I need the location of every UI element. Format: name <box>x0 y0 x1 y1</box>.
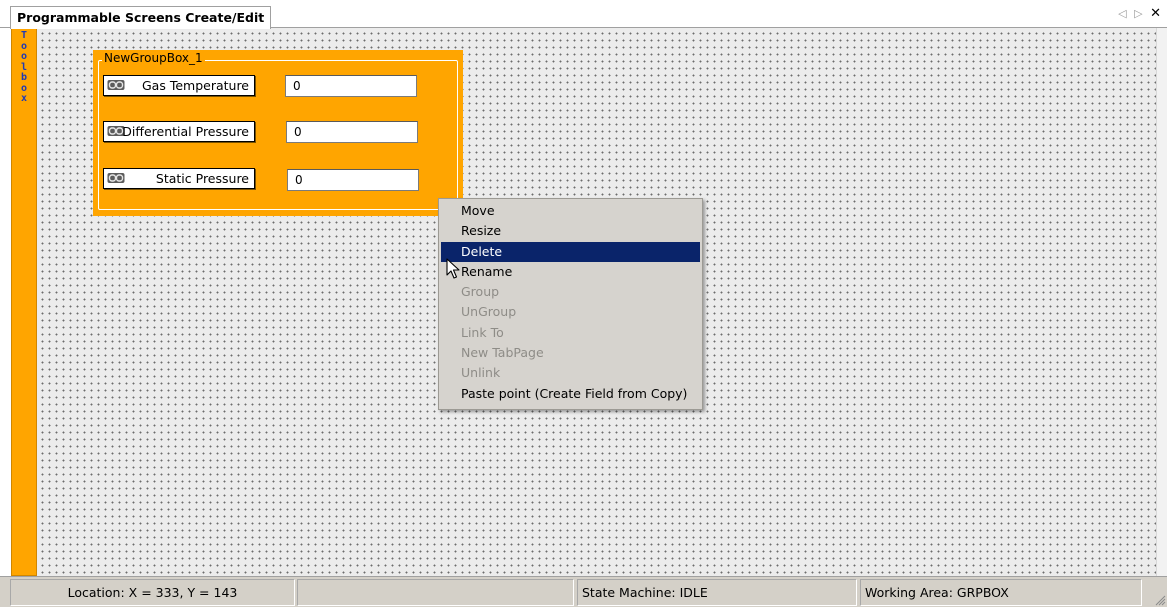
menu-item-unlink[interactable]: Unlink <box>441 363 700 383</box>
menu-item-move[interactable]: Move <box>441 201 700 221</box>
static-pressure-input[interactable]: 0 <box>287 169 419 191</box>
toolbox-letter: x <box>20 93 28 104</box>
status-state-machine: State Machine: IDLE <box>577 579 857 606</box>
toolbox-letter: b <box>20 72 28 83</box>
toolbox-label: T o o l b o x <box>12 30 36 105</box>
vertical-scrollbar[interactable] <box>1156 28 1167 576</box>
toolbox-letter: T <box>20 30 28 41</box>
tab-strip: Programmable Screens Create/Edit ◁ ▷ ✕ <box>0 0 1167 29</box>
menu-item-new-tabpage[interactable]: New TabPage <box>441 343 700 363</box>
status-bar: Location: X = 333, Y = 143 State Machine… <box>0 576 1167 607</box>
status-location: Location: X = 333, Y = 143 <box>10 579 295 606</box>
status-blank-panel <box>297 579 574 606</box>
menu-item-ungroup[interactable]: UnGroup <box>441 302 700 322</box>
context-menu: Move Resize Delete Rename Group UnGroup … <box>438 198 703 410</box>
menu-item-link-to[interactable]: Link To <box>441 323 700 343</box>
toolbox-letter: o <box>20 51 28 62</box>
field-label-differential-pressure[interactable]: Differential Pressure <box>103 121 255 142</box>
tab-controls: ◁ ▷ ✕ <box>1114 6 1161 21</box>
close-icon[interactable]: ✕ <box>1150 6 1161 21</box>
field-label-static-pressure[interactable]: Static Pressure <box>103 168 255 189</box>
toolbox-panel[interactable]: T o o l b o x <box>11 28 37 576</box>
group-box-title: NewGroupBox_1 <box>102 51 205 65</box>
resize-grip-icon[interactable] <box>1154 594 1166 606</box>
tab-prev-icon[interactable]: ◁ <box>1118 7 1126 20</box>
menu-item-group[interactable]: Group <box>441 282 700 302</box>
field-label-text: Differential Pressure <box>122 124 249 139</box>
tab-next-icon[interactable]: ▷ <box>1134 7 1142 20</box>
chain-link-icon <box>107 173 125 183</box>
chain-link-icon <box>107 80 125 90</box>
differential-pressure-input[interactable]: 0 <box>286 121 418 143</box>
tab-programmable-screens[interactable]: Programmable Screens Create/Edit <box>10 6 272 29</box>
field-label-gas-temperature[interactable]: Gas Temperature <box>103 75 255 96</box>
menu-item-rename[interactable]: Rename <box>441 262 700 282</box>
field-label-text: Static Pressure <box>155 171 249 186</box>
menu-item-paste-point[interactable]: Paste point (Create Field from Copy) <box>441 384 700 404</box>
menu-item-delete[interactable]: Delete <box>441 241 700 262</box>
status-working-area: Working Area: GRPBOX <box>860 579 1142 606</box>
menu-item-resize[interactable]: Resize <box>441 221 700 241</box>
mouse-cursor-icon <box>446 258 460 279</box>
field-label-text: Gas Temperature <box>141 78 249 93</box>
gas-temperature-input[interactable]: 0 <box>285 75 417 97</box>
group-box[interactable]: NewGroupBox_1 Gas Temperature 0 Differen… <box>93 50 463 216</box>
programmable-screens-window: Programmable Screens Create/Edit ◁ ▷ ✕ T… <box>0 0 1167 607</box>
